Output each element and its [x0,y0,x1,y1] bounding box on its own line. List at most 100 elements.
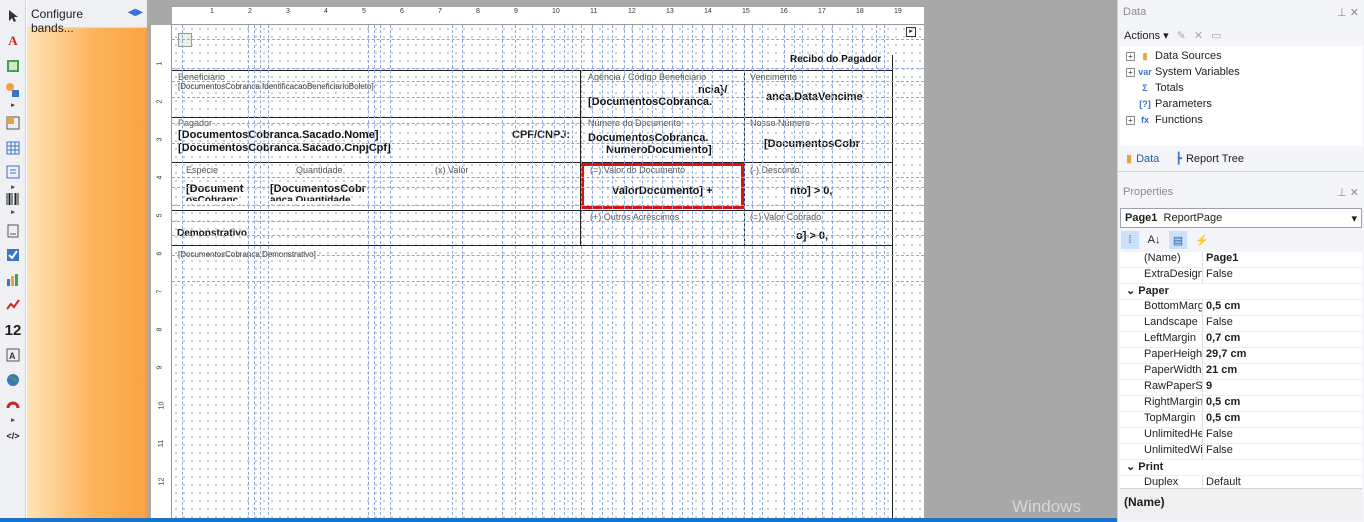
property-category[interactable]: ⌄ Print [1120,460,1362,476]
tree-item[interactable]: [?] Parameters [1120,96,1362,112]
data-panel-title: Data [1123,6,1147,18]
expand-icon[interactable]: + [1126,115,1135,125]
property-row[interactable]: RawPaperSize9 [1120,380,1362,396]
property-value[interactable]: False [1202,428,1362,443]
more-arrow-icon[interactable]: ▸ [3,208,23,216]
checkbox-icon[interactable] [3,245,23,265]
guide-line [602,25,603,520]
recibo-title[interactable]: Recibo do Pagador [790,54,881,65]
especie-field[interactable]: [Document [186,183,252,195]
tree-item[interactable]: + var System Variables [1120,64,1362,80]
property-value[interactable]: 29,7 cm [1202,348,1362,363]
property-row[interactable]: PaperHeight 29,7 cm [1120,348,1362,364]
image-icon[interactable] [3,56,23,76]
property-row[interactable]: RightMargin 0,5 cm [1120,396,1362,412]
sacado-nome-field[interactable]: [DocumentosCobranca.Sacado.Nome] [178,129,378,141]
guide-line [564,25,565,520]
pin-close-icon[interactable]: ⊥ ✕ [1337,186,1359,199]
tree-item[interactable]: + ▮ Data Sources [1120,48,1362,64]
property-category[interactable]: ⌄ Paper [1120,284,1362,300]
guide-line [172,39,924,40]
property-value[interactable]: False [1202,444,1362,459]
property-value[interactable]: 21 cm [1202,364,1362,379]
events-icon[interactable]: ⚡ [1193,231,1211,249]
subreport-icon[interactable] [3,162,23,182]
numero-documento-field-2[interactable]: NumeroDocumento] [606,144,712,156]
valor-cobrado-field[interactable]: o] > 0, [796,230,828,242]
property-row[interactable]: BottomMargin0,5 cm [1120,300,1362,316]
alphabetical-icon[interactable]: A↓ [1145,231,1163,249]
report-designer[interactable]: 1 2 3 4 5 6 7 8 9 10 11 12 13 14 15 16 17 18 19 1234567891… [147,0,1117,522]
guide-line [172,235,924,236]
pointer-icon[interactable] [3,6,23,26]
pin-close-icon[interactable]: ⊥ ✕ [1337,6,1359,19]
especie-field-2[interactable]: osCobranc [186,195,252,201]
html-icon[interactable]: </> [3,426,23,446]
guide-line [802,25,803,520]
quantidade-label[interactable]: Quantidade [296,165,343,175]
ruler-number: 17 [818,8,826,15]
property-row[interactable]: TopMargin 0,5 cm [1120,412,1362,428]
delete-icon[interactable]: ✕ [1194,29,1203,42]
edit-icon[interactable]: ✎ [1177,29,1186,42]
data-tree[interactable]: + ▮ Data Sources + var System Variables Σ Total… [1120,46,1362,146]
numeric-icon[interactable]: 12 [3,320,23,340]
quantidade-field-2[interactable]: anca.Quantidade [270,195,370,201]
actions-menu[interactable]: Actions ▾ [1124,29,1169,42]
tree-item[interactable]: + fx Functions [1120,112,1362,128]
map-icon[interactable] [3,370,23,390]
property-value[interactable]: 0,5 cm [1202,412,1362,427]
more-arrow-icon[interactable]: ▸ [3,101,23,109]
sparkline-icon[interactable] [3,295,23,315]
especie-label[interactable]: Espécie [186,165,218,175]
categorized-icon[interactable]: ⁞ [1121,231,1139,249]
quantidade-field[interactable]: [DocumentosCobr [270,183,370,195]
property-value[interactable]: Page1 [1202,252,1362,267]
table-icon[interactable] [3,138,23,158]
guide-line [368,25,369,520]
report-page[interactable]: ▸ Recibo do Pagador Beneficiário [Docume… [172,25,924,520]
smart-tag-icon[interactable]: ▸ [906,27,916,37]
object-selector[interactable]: Page1 ReportPage ▾ [1120,208,1362,228]
property-row[interactable]: Landscape False [1120,316,1362,332]
property-value[interactable]: 9 [1202,380,1362,395]
label-icon[interactable]: A [3,345,23,365]
guide-line [554,25,555,520]
configure-bands-button[interactable]: Configure bands... [31,7,128,35]
demonstrativo-label[interactable]: Demonstrativo [177,228,247,239]
page-image-icon[interactable] [178,33,192,47]
barcode-icon[interactable] [3,189,23,209]
desconto-label[interactable]: (-) Desconto [750,165,800,175]
property-row[interactable]: (Name) Page1 [1120,252,1362,268]
gauge-icon[interactable] [3,395,23,415]
guide-line [515,25,516,520]
property-row[interactable]: LeftMargin 0,7 cm [1120,332,1362,348]
sigma-icon: Σ [1142,83,1148,93]
tab-report-tree[interactable]: ┣ Report Tree [1175,152,1244,166]
property-row[interactable]: UnlimitedHeightFalse [1120,428,1362,444]
chart-icon[interactable] [3,270,23,290]
tab-data[interactable]: ▮ Data [1126,152,1159,166]
ruler-number: 1 [156,61,164,66]
property-grid[interactable]: (Name)Page1ExtraDesignWidthFalse⌄ PaperB… [1120,252,1362,498]
collapse-arrows-icon[interactable]: ◀▶ [128,7,143,20]
view-icon[interactable]: ▭ [1211,29,1221,42]
zip-code-icon[interactable] [3,221,23,241]
more-arrow-icon[interactable]: ▸ [3,416,23,424]
property-value[interactable]: False [1202,268,1362,283]
nosso-numero-field[interactable]: [DocumentosCobr [764,138,864,150]
expand-icon[interactable]: + [1126,67,1135,77]
property-row[interactable]: ExtraDesignWidthFalse [1120,268,1362,284]
property-value[interactable]: False [1202,316,1362,331]
property-value[interactable]: 0,5 cm [1202,300,1362,315]
property-value[interactable]: 0,7 cm [1202,332,1362,347]
property-row[interactable]: UnlimitedWidthFalse [1120,444,1362,460]
expand-icon[interactable]: + [1126,51,1135,61]
text-icon[interactable]: A [3,31,23,51]
property-value[interactable]: 0,5 cm [1202,396,1362,411]
shape-icon[interactable] [3,80,23,100]
properties-icon[interactable]: ▤ [1169,231,1187,249]
panel-icon[interactable] [3,113,23,133]
tree-item[interactable]: Σ Totals [1120,80,1362,96]
property-row[interactable]: PaperWidth 21 cm [1120,364,1362,380]
